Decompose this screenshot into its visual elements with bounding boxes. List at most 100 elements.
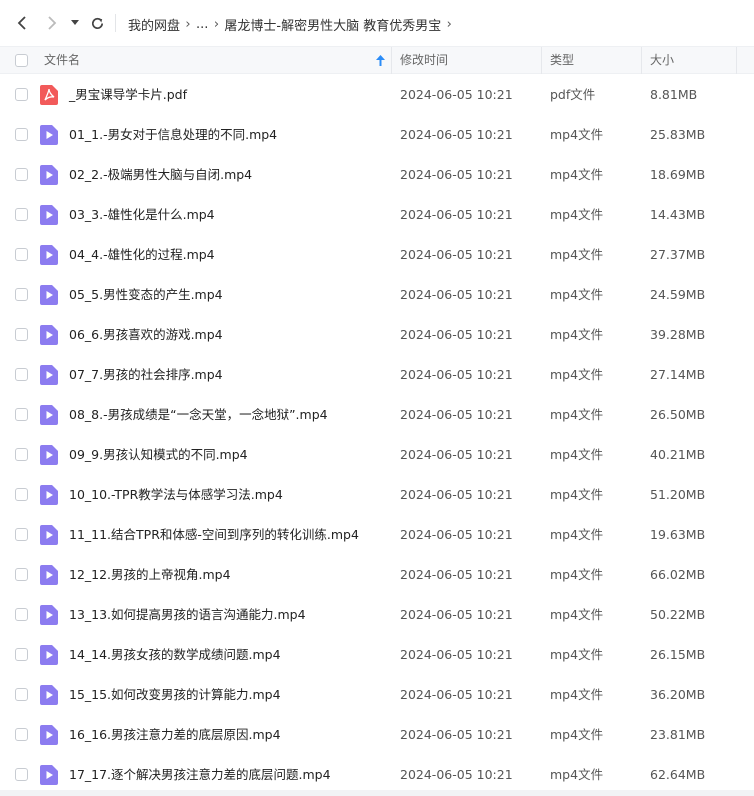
file-row[interactable]: 05_5.男性变态的产生.mp4 2024-06-05 10:21 mp4文件 24.…: [0, 275, 754, 315]
file-row[interactable]: 12_12.男孩的上帝视角.mp4 2024-06-05 10:21 mp4文件 66…: [0, 555, 754, 595]
file-name[interactable]: 16_16.男孩注意力差的底层原因.mp4: [69, 715, 281, 755]
file-modified-time: 2024-06-05 10:21: [400, 447, 513, 462]
file-size: 66.02MB: [650, 567, 706, 582]
back-button[interactable]: [12, 13, 32, 33]
file-size: 26.15MB: [650, 647, 706, 662]
horizontal-scrollbar[interactable]: [0, 790, 754, 796]
column-header-size[interactable]: 大小: [650, 47, 674, 74]
video-icon: [40, 165, 58, 185]
row-checkbox[interactable]: [15, 648, 28, 661]
column-divider[interactable]: [541, 47, 542, 74]
file-name[interactable]: 01_1.-男女对于信息处理的不同.mp4: [69, 115, 277, 155]
file-row[interactable]: _男宝课导学卡片.pdf 2024-06-05 10:21 pdf文件 8.81MB: [0, 75, 754, 115]
file-size: 39.28MB: [650, 327, 706, 342]
file-size: 51.20MB: [650, 487, 706, 502]
breadcrumb-item-current[interactable]: 屠龙博士-解密男性大脑 教育优秀男宝: [224, 15, 441, 34]
file-modified-time: 2024-06-05 10:21: [400, 407, 513, 422]
refresh-button[interactable]: [87, 13, 107, 33]
video-icon: [40, 725, 58, 745]
file-type: mp4文件: [550, 407, 604, 422]
breadcrumb: 我的网盘 › ... › 屠龙博士-解密男性大脑 教育优秀男宝 ›: [128, 15, 457, 34]
column-divider[interactable]: [736, 47, 737, 74]
breadcrumb-separator-icon: ›: [213, 17, 220, 32]
file-row[interactable]: 10_10.-TPR教学法与体感学习法.mp4 2024-06-05 10:21 m…: [0, 475, 754, 515]
row-checkbox[interactable]: [15, 448, 28, 461]
file-row[interactable]: 09_9.男孩认知模式的不同.mp4 2024-06-05 10:21 mp4文件 4…: [0, 435, 754, 475]
forward-button[interactable]: [42, 13, 62, 33]
video-icon: [40, 325, 58, 345]
file-row[interactable]: 11_11.结合TPR和体感-空间到序列的转化训练.mp4 2024-06-05 …: [0, 515, 754, 555]
select-all-checkbox[interactable]: [15, 54, 28, 67]
file-name[interactable]: 09_9.男孩认知模式的不同.mp4: [69, 435, 248, 475]
breadcrumb-item-ellipsis[interactable]: ...: [196, 17, 208, 32]
video-icon: [40, 445, 58, 465]
file-row[interactable]: 17_17.逐个解决男孩注意力差的底层问题.mp4 2024-06-05 10:2…: [0, 755, 754, 795]
file-name[interactable]: 14_14.男孩女孩的数学成绩问题.mp4: [69, 635, 281, 675]
breadcrumb-item-root[interactable]: 我的网盘: [128, 15, 180, 34]
file-row[interactable]: 14_14.男孩女孩的数学成绩问题.mp4 2024-06-05 10:21 mp4…: [0, 635, 754, 675]
file-type: mp4文件: [550, 647, 604, 662]
column-divider[interactable]: [641, 47, 642, 74]
row-checkbox[interactable]: [15, 608, 28, 621]
file-row[interactable]: 16_16.男孩注意力差的底层原因.mp4 2024-06-05 10:21 mp4…: [0, 715, 754, 755]
row-checkbox[interactable]: [15, 288, 28, 301]
file-name[interactable]: 10_10.-TPR教学法与体感学习法.mp4: [69, 475, 283, 515]
file-name[interactable]: 11_11.结合TPR和体感-空间到序列的转化训练.mp4: [69, 515, 359, 555]
row-checkbox[interactable]: [15, 328, 28, 341]
file-size: 19.63MB: [650, 527, 706, 542]
column-divider[interactable]: [391, 47, 392, 74]
file-row[interactable]: 13_13.如何提高男孩的语言沟通能力.mp4 2024-06-05 10:21 m…: [0, 595, 754, 635]
row-checkbox[interactable]: [15, 248, 28, 261]
file-name[interactable]: 08_8.-男孩成绩是“一念天堂，一念地狱”.mp4: [69, 395, 328, 435]
file-size: 23.81MB: [650, 727, 706, 742]
row-checkbox[interactable]: [15, 128, 28, 141]
file-size: 26.50MB: [650, 407, 706, 422]
row-checkbox[interactable]: [15, 408, 28, 421]
row-checkbox[interactable]: [15, 768, 28, 781]
row-checkbox[interactable]: [15, 168, 28, 181]
file-row[interactable]: 02_2.-极端男性大脑与自闭.mp4 2024-06-05 10:21 mp4文件…: [0, 155, 754, 195]
column-header-modified[interactable]: 修改时间: [400, 47, 448, 74]
file-row[interactable]: 07_7.男孩的社会排序.mp4 2024-06-05 10:21 mp4文件 27.…: [0, 355, 754, 395]
file-name[interactable]: 06_6.男孩喜欢的游戏.mp4: [69, 315, 223, 355]
file-row[interactable]: 04_4.-雄性化的过程.mp4 2024-06-05 10:21 mp4文件 27.…: [0, 235, 754, 275]
history-dropdown-button[interactable]: [67, 13, 83, 33]
file-name[interactable]: 13_13.如何提高男孩的语言沟通能力.mp4: [69, 595, 306, 635]
file-row[interactable]: 15_15.如何改变男孩的计算能力.mp4 2024-06-05 10:21 mp4…: [0, 675, 754, 715]
file-modified-time: 2024-06-05 10:21: [400, 567, 513, 582]
file-name[interactable]: 03_3.-雄性化是什么.mp4: [69, 195, 215, 235]
video-icon: [40, 205, 58, 225]
file-name[interactable]: 02_2.-极端男性大脑与自闭.mp4: [69, 155, 252, 195]
file-row[interactable]: 06_6.男孩喜欢的游戏.mp4 2024-06-05 10:21 mp4文件 39.…: [0, 315, 754, 355]
column-header-name[interactable]: 文件名: [44, 47, 80, 74]
file-name[interactable]: 07_7.男孩的社会排序.mp4: [69, 355, 223, 395]
row-checkbox[interactable]: [15, 488, 28, 501]
file-name[interactable]: 04_4.-雄性化的过程.mp4: [69, 235, 215, 275]
row-checkbox[interactable]: [15, 88, 28, 101]
file-row[interactable]: 01_1.-男女对于信息处理的不同.mp4 2024-06-05 10:21 mp4…: [0, 115, 754, 155]
row-checkbox[interactable]: [15, 368, 28, 381]
file-row[interactable]: 03_3.-雄性化是什么.mp4 2024-06-05 10:21 mp4文件 14.…: [0, 195, 754, 235]
column-header-type[interactable]: 类型: [550, 47, 574, 74]
file-name[interactable]: _男宝课导学卡片.pdf: [69, 75, 187, 115]
file-modified-time: 2024-06-05 10:21: [400, 767, 513, 782]
file-name[interactable]: 12_12.男孩的上帝视角.mp4: [69, 555, 231, 595]
row-checkbox[interactable]: [15, 728, 28, 741]
video-icon: [40, 645, 58, 665]
file-name[interactable]: 05_5.男性变态的产生.mp4: [69, 275, 223, 315]
file-row[interactable]: 08_8.-男孩成绩是“一念天堂，一念地狱”.mp4 2024-06-05 10:…: [0, 395, 754, 435]
row-checkbox[interactable]: [15, 528, 28, 541]
file-size: 18.69MB: [650, 167, 706, 182]
video-icon: [40, 525, 58, 545]
file-size: 25.83MB: [650, 127, 706, 142]
toolbar: 我的网盘 › ... › 屠龙博士-解密男性大脑 教育优秀男宝 ›: [0, 0, 754, 46]
row-checkbox[interactable]: [15, 208, 28, 221]
file-type: mp4文件: [550, 287, 604, 302]
row-checkbox[interactable]: [15, 688, 28, 701]
file-name[interactable]: 15_15.如何改变男孩的计算能力.mp4: [69, 675, 281, 715]
sort-ascending-icon[interactable]: [376, 55, 385, 66]
refresh-icon: [91, 17, 103, 29]
file-name[interactable]: 17_17.逐个解决男孩注意力差的底层问题.mp4: [69, 755, 331, 795]
row-checkbox[interactable]: [15, 568, 28, 581]
chevron-right-icon: [48, 16, 57, 30]
